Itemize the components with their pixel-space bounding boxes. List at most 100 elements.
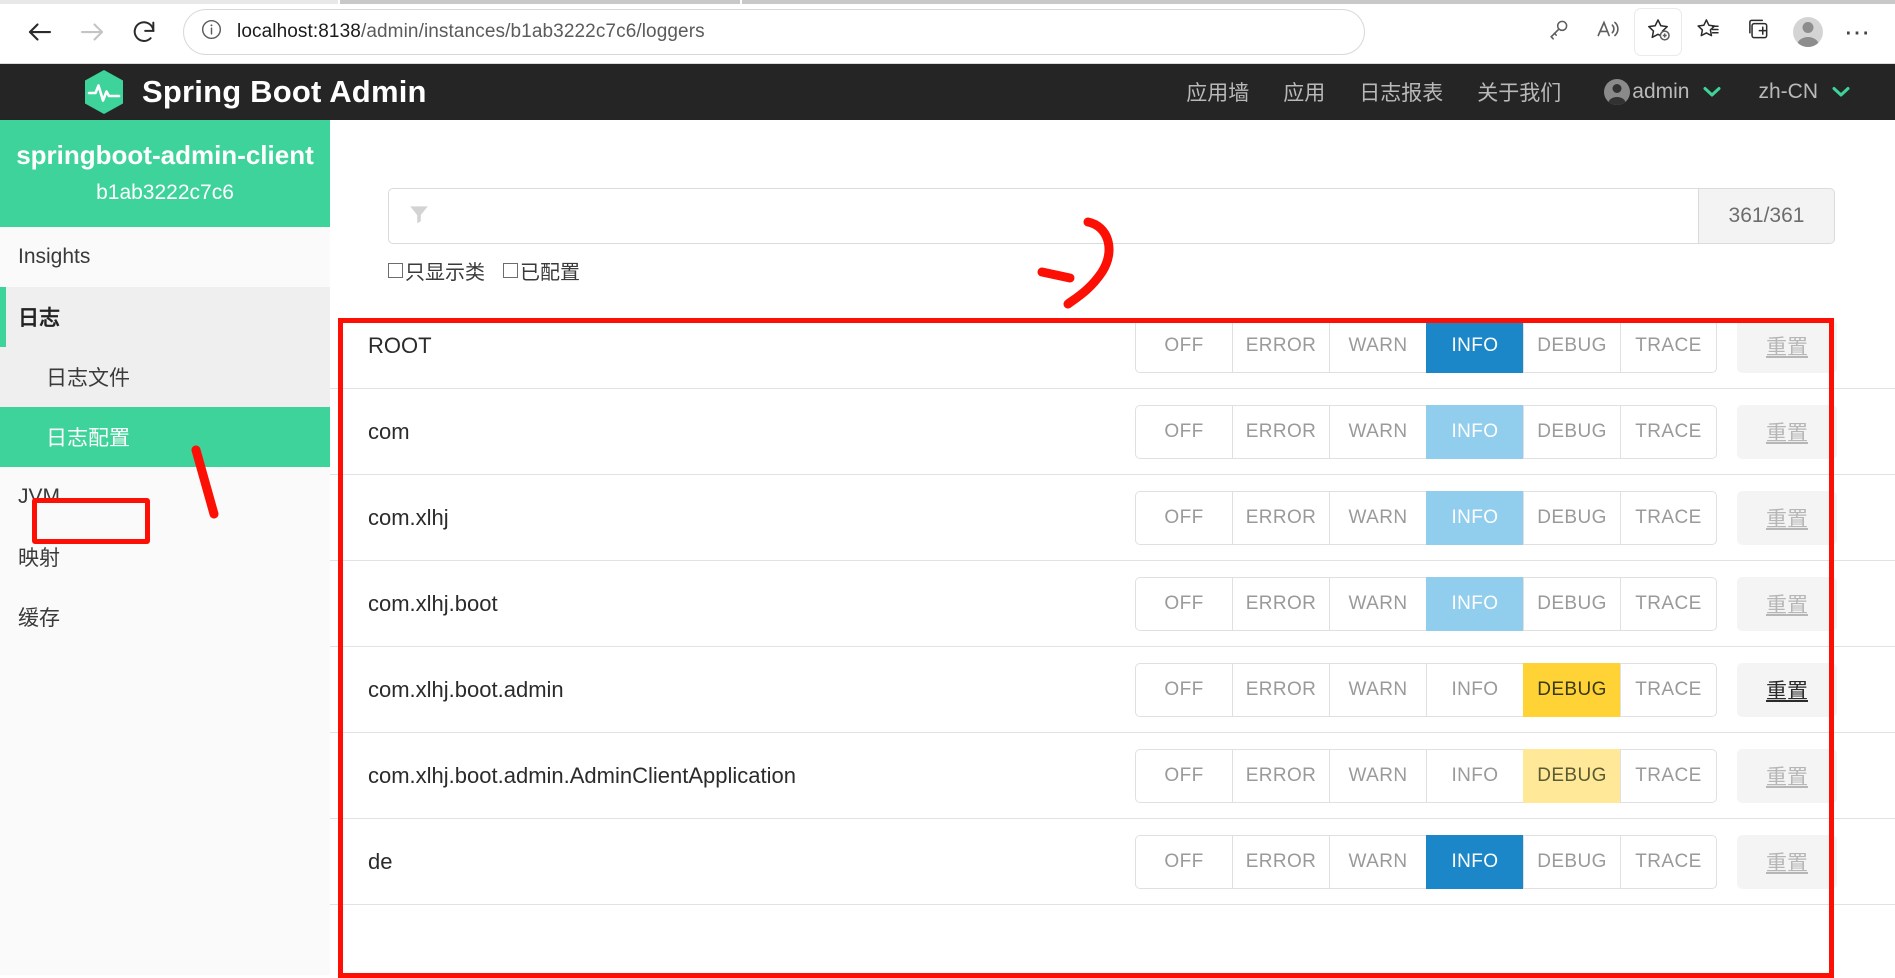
logger-reset-button: 重置 (1737, 576, 1837, 631)
tab-strip-right (742, 0, 1895, 4)
settings-and-more-icon: ⋯ (1844, 16, 1872, 47)
level-button-error[interactable]: ERROR (1232, 834, 1329, 889)
level-button-off[interactable]: OFF (1135, 318, 1232, 373)
level-button-trace[interactable]: TRACE (1620, 662, 1717, 717)
language-menu-label: zh-CN (1758, 80, 1818, 103)
logger-table: ROOT OFF ERROR WARN INFO DEBUG TRACE 重置 com OFF ER… (330, 303, 1895, 905)
level-button-warn[interactable]: WARN (1329, 576, 1426, 631)
level-button-info[interactable]: INFO (1426, 748, 1523, 803)
level-button-debug[interactable]: DEBUG (1523, 404, 1620, 459)
level-button-warn[interactable]: WARN (1329, 748, 1426, 803)
nav-item-about-us[interactable]: 关于我们 (1460, 77, 1578, 107)
level-button-trace[interactable]: TRACE (1620, 834, 1717, 889)
sidebar-item-insights[interactable]: Insights (0, 226, 330, 287)
level-button-info[interactable]: INFO (1426, 404, 1523, 459)
active-tab-stub[interactable] (340, 0, 740, 4)
logger-name: com.xlhj.boot.admin (368, 676, 564, 702)
password-key-button[interactable] (1535, 9, 1581, 55)
level-button-debug[interactable]: DEBUG (1523, 748, 1620, 803)
app-header: Spring Boot Admin 应用墙 应用 日志报表 关于我们 admin… (0, 64, 1895, 120)
level-button-off[interactable]: OFF (1135, 490, 1232, 545)
level-button-trace[interactable]: TRACE (1620, 576, 1717, 631)
tab-strip-left (0, 0, 338, 4)
checkbox-box-icon[interactable] (388, 263, 403, 278)
brand-link[interactable]: Spring Boot Admin (82, 68, 427, 116)
logger-reset-button[interactable]: 重置 (1737, 662, 1837, 717)
logger-count-badge: 361/361 (1699, 188, 1835, 244)
level-button-trace[interactable]: TRACE (1620, 490, 1717, 545)
settings-and-more-button[interactable]: ⋯ (1835, 9, 1881, 55)
level-button-info[interactable]: INFO (1426, 490, 1523, 545)
logger-level-group: OFF ERROR WARN INFO DEBUG TRACE (1135, 662, 1717, 717)
logger-name: com.xlhj (368, 504, 449, 530)
level-button-info[interactable]: INFO (1426, 662, 1523, 717)
checkbox-box-icon[interactable] (503, 263, 518, 278)
checkbox-configured-only[interactable]: 已配置 (503, 256, 580, 285)
level-button-trace[interactable]: TRACE (1620, 748, 1717, 803)
level-button-off[interactable]: OFF (1135, 748, 1232, 803)
level-button-error[interactable]: ERROR (1232, 490, 1329, 545)
level-button-debug[interactable]: DEBUG (1523, 318, 1620, 373)
favorites-icon (1695, 16, 1721, 47)
logger-reset-button: 重置 (1737, 748, 1837, 803)
level-button-trace[interactable]: TRACE (1620, 404, 1717, 459)
logger-reset-button: 重置 (1737, 318, 1837, 373)
collections-icon (1745, 16, 1771, 47)
logger-name: de (368, 848, 393, 874)
level-button-info[interactable]: INFO (1426, 576, 1523, 631)
logger-row: com.xlhj.boot.admin OFF ERROR WARN INFO DEBUG… (330, 647, 1895, 733)
nav-item-applications[interactable]: 应用 (1266, 77, 1342, 107)
nav-item-log-report[interactable]: 日志报表 (1342, 77, 1460, 107)
user-avatar-icon (1604, 79, 1631, 105)
sidebar-group-logging[interactable]: 日志 (0, 286, 330, 347)
logger-level-group: OFF ERROR WARN INFO DEBUG TRACE (1135, 490, 1717, 545)
sidebar-item-caches[interactable]: 缓存 (0, 586, 330, 647)
level-button-error[interactable]: ERROR (1232, 662, 1329, 717)
logger-filter-field[interactable] (388, 188, 1699, 244)
level-button-warn[interactable]: WARN (1329, 318, 1426, 373)
level-button-debug[interactable]: DEBUG (1523, 662, 1620, 717)
logger-row: com OFF ERROR WARN INFO DEBUG TRACE 重置 (330, 389, 1895, 475)
level-button-off[interactable]: OFF (1135, 662, 1232, 717)
user-menu[interactable]: admin (1604, 79, 1722, 105)
reload-button[interactable] (118, 6, 170, 58)
level-button-debug[interactable]: DEBUG (1523, 576, 1620, 631)
level-button-debug[interactable]: DEBUG (1523, 490, 1620, 545)
level-button-trace[interactable]: TRACE (1620, 318, 1717, 373)
add-favorite-button[interactable] (1635, 8, 1681, 55)
level-button-debug[interactable]: DEBUG (1523, 834, 1620, 889)
level-button-info[interactable]: INFO (1426, 318, 1523, 373)
favorites-button[interactable] (1685, 9, 1731, 55)
logger-reset-button: 重置 (1737, 490, 1837, 545)
collections-button[interactable] (1735, 9, 1781, 55)
sidebar-item-logfile[interactable]: 日志文件 (0, 346, 330, 407)
level-button-off[interactable]: OFF (1135, 576, 1232, 631)
level-button-off[interactable]: OFF (1135, 834, 1232, 889)
sidebar-item-jvm[interactable]: JVM (0, 466, 330, 527)
nav-item-app-wall[interactable]: 应用墙 (1169, 77, 1266, 107)
level-button-warn[interactable]: WARN (1329, 662, 1426, 717)
level-button-info[interactable]: INFO (1426, 834, 1523, 889)
sidebar-item-loggers[interactable]: 日志配置 (0, 406, 330, 467)
level-button-error[interactable]: ERROR (1232, 318, 1329, 373)
level-button-error[interactable]: ERROR (1232, 748, 1329, 803)
back-button[interactable] (14, 6, 66, 58)
logger-filter-input[interactable] (445, 204, 1680, 228)
level-button-error[interactable]: ERROR (1232, 404, 1329, 459)
level-button-error[interactable]: ERROR (1232, 576, 1329, 631)
level-button-off[interactable]: OFF (1135, 404, 1232, 459)
checkbox-classes-only[interactable]: 只显示类 (388, 256, 485, 285)
language-menu[interactable]: zh-CN (1758, 80, 1851, 104)
level-button-warn[interactable]: WARN (1329, 404, 1426, 459)
sidebar-item-mappings[interactable]: 映射 (0, 526, 330, 587)
browser-toolbar-right: ⋯ (1535, 8, 1895, 55)
profile-button[interactable] (1785, 9, 1831, 55)
read-aloud-button[interactable] (1585, 9, 1631, 55)
chevron-down-icon (1831, 80, 1851, 104)
key-icon (1546, 17, 1571, 47)
logger-name: com.xlhj.boot.admin.AdminClientApplicati… (368, 762, 796, 788)
address-bar[interactable]: localhost:8138/admin/instances/b1ab3222c… (184, 9, 1364, 54)
level-button-warn[interactable]: WARN (1329, 834, 1426, 889)
site-info-icon[interactable] (200, 18, 223, 46)
level-button-warn[interactable]: WARN (1329, 490, 1426, 545)
